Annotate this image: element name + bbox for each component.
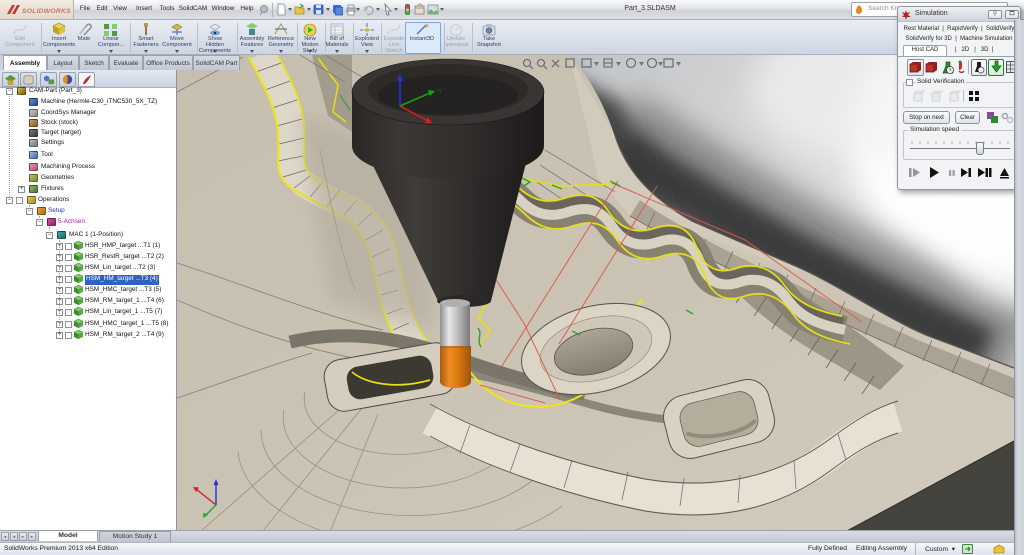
svg-text:SOLIDWORKS: SOLIDWORKS [22,8,71,15]
svg-text:Y: Y [438,88,443,95]
